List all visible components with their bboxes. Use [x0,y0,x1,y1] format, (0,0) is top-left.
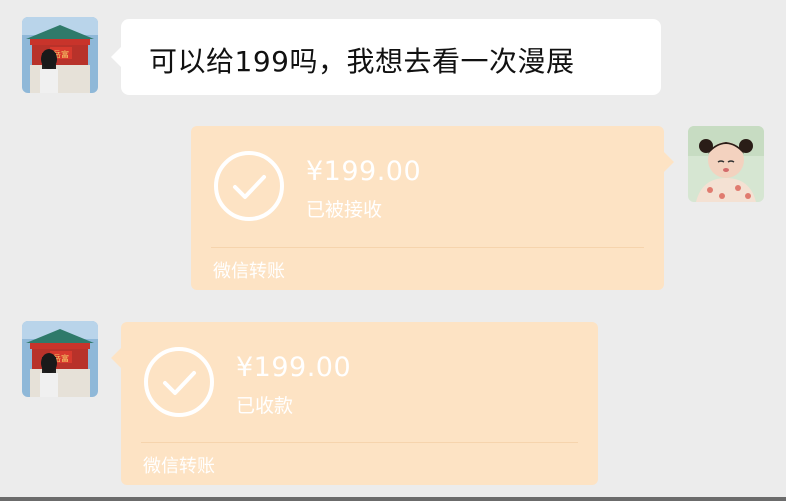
bubble-tail [664,152,674,172]
incoming-text-bubble[interactable]: 可以给199吗，我想去看一次漫展 [111,19,661,95]
contact-avatar[interactable]: 岳富 [22,321,98,397]
check-circle-icon [144,347,214,417]
bottom-edge [0,497,786,501]
divider [141,442,578,443]
contact-avatar[interactable]: 岳富 [22,17,98,93]
transfer-status: 已收款 [236,395,294,417]
my-avatar[interactable] [688,126,764,202]
incoming-transfer-card[interactable]: ¥199.00 已收款 微信转账 [111,322,598,485]
avatar-gate-girl-icon: 岳富 [22,17,98,93]
avatar-child-icon [688,126,764,202]
transfer-footer-label: 微信转账 [213,261,285,282]
transfer-amount: ¥199.00 [236,352,352,383]
check-circle-icon [214,151,284,221]
avatar-gate-girl-icon: 岳富 [22,321,98,397]
divider [211,247,644,248]
bubble-tail [111,348,121,368]
transfer-footer-label: 微信转账 [143,456,215,477]
transfer-amount: ¥199.00 [306,156,422,187]
outgoing-transfer-card[interactable]: ¥199.00 已被接收 微信转账 [191,126,674,290]
transfer-status: 已被接收 [306,199,383,221]
message-text: 可以给199吗，我想去看一次漫展 [149,45,575,78]
bubble-tail [111,47,121,67]
